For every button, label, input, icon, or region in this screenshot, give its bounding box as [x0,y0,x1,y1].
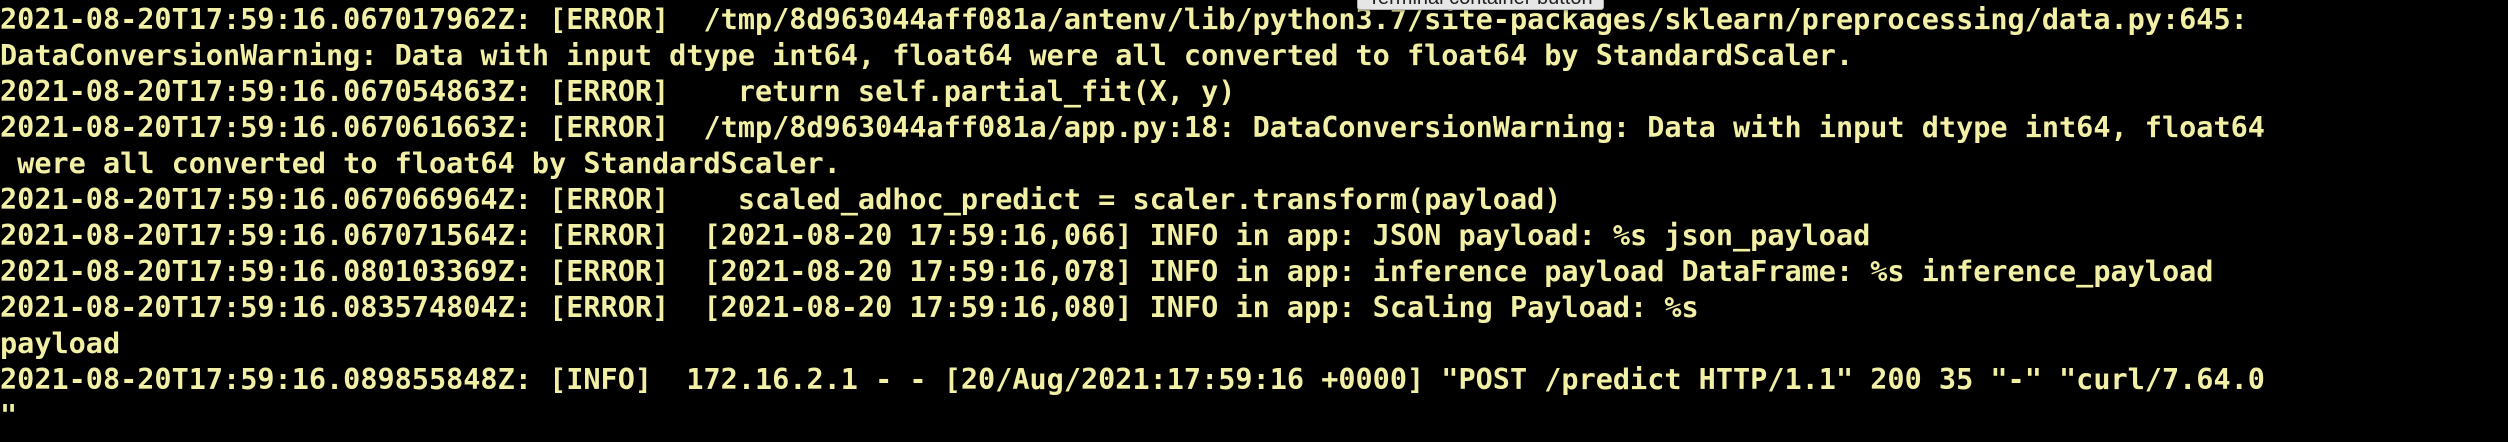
log-line: 2021-08-20T17:59:16.080103369Z: [ERROR] … [0,255,2214,288]
log-line: 2021-08-20T17:59:16.067071564Z: [ERROR] … [0,219,1871,252]
terminal-output[interactable]: 2021-08-20T17:59:16.067017962Z: [ERROR] … [0,0,2508,442]
terminal-container-button-tooltip: Terminal container button [1357,0,1604,10]
log-line: 2021-08-20T17:59:16.089855848Z: [INFO] 1… [0,363,2265,396]
log-line: DataConversionWarning: Data with input d… [0,39,1854,72]
log-line: 2021-08-20T17:59:16.067054863Z: [ERROR] … [0,75,1236,108]
log-line: 2021-08-20T17:59:16.083574804Z: [ERROR] … [0,291,1699,324]
log-line: were all converted to float64 by Standar… [0,147,841,180]
log-line: payload [0,327,121,360]
log-line: 2021-08-20T17:59:16.067017962Z: [ERROR] … [0,3,2248,36]
log-line: 2021-08-20T17:59:16.067066964Z: [ERROR] … [0,183,1562,216]
log-line: 2021-08-20T17:59:16.067061663Z: [ERROR] … [0,111,2265,144]
log-line: " [0,399,18,432]
